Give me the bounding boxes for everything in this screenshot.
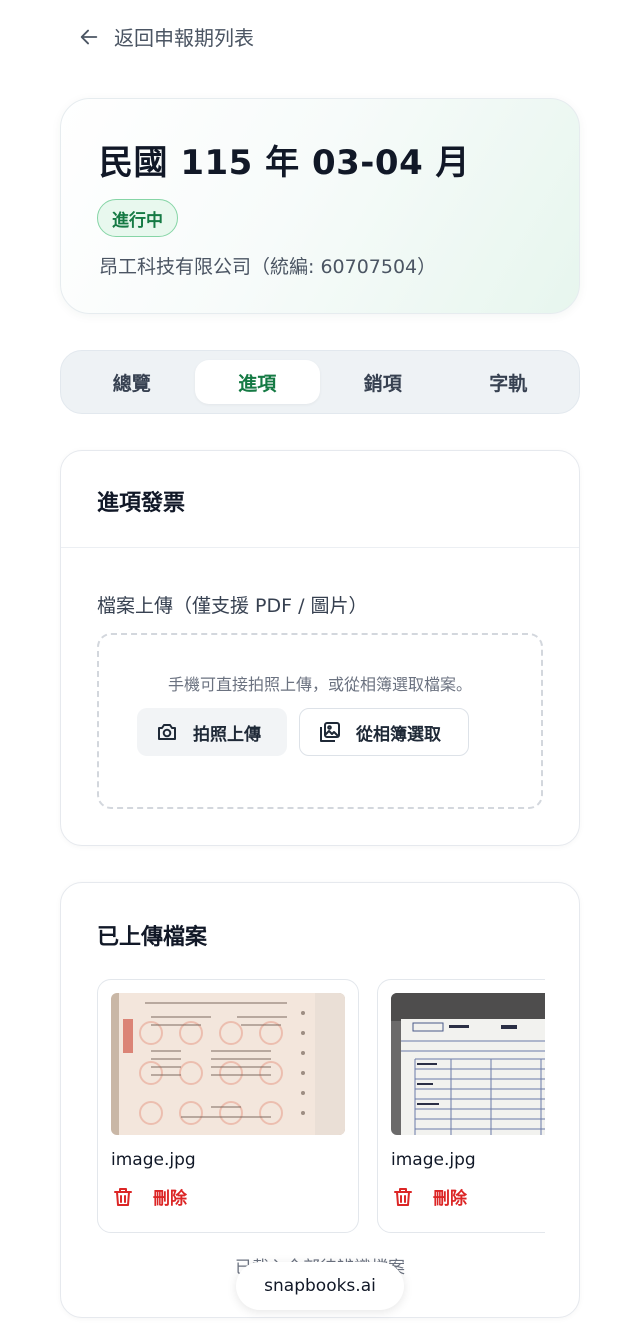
divider — [61, 547, 579, 548]
purchase-invoices-card: 進項發票 檔案上傳（僅支援 PDF / 圖片） 手機可直接拍照上傳，或從相簿選取… — [60, 450, 580, 846]
tab-overview[interactable]: 總覽 — [69, 360, 195, 404]
trash-icon — [394, 1187, 412, 1206]
camera-upload-label: 拍照上傳 — [193, 724, 261, 745]
camera-upload-button[interactable]: 拍照上傳 — [137, 708, 287, 756]
tab-invoice-tracks[interactable]: 字軌 — [446, 360, 572, 404]
back-link[interactable]: 返回申報期列表 — [78, 22, 254, 51]
upload-buttons: 拍照上傳 從相簿選取 — [137, 708, 469, 756]
file-tile: image.jpg 刪除 — [97, 979, 359, 1233]
page: 返回申報期列表 民國 115 年 03-04 月 進行中 昂工科技有限公司（統編… — [0, 0, 640, 1332]
upload-hint: 手機可直接拍照上傳，或從相簿選取檔案。 — [167, 675, 472, 694]
camera-icon — [158, 724, 176, 740]
status-badge: 進行中 — [97, 199, 178, 237]
period-card: 民國 115 年 03-04 月 進行中 昂工科技有限公司（統編: 607075… — [60, 98, 580, 314]
file-thumbnail[interactable] — [111, 993, 345, 1135]
file-name: image.jpg — [391, 1150, 476, 1170]
delete-label: 刪除 — [153, 1189, 187, 1209]
file-thumbnail[interactable] — [391, 993, 545, 1135]
trash-icon — [114, 1187, 132, 1206]
file-list[interactable]: image.jpg 刪除 image.jpg 刪除 — [97, 979, 545, 1235]
receipt-image — [111, 993, 345, 1135]
gallery-select-button[interactable]: 從相簿選取 — [299, 708, 469, 756]
tab-bar: 總覽 進項 銷項 字軌 — [60, 350, 580, 414]
tab-sales[interactable]: 銷項 — [320, 360, 446, 404]
delete-label: 刪除 — [433, 1189, 467, 1209]
back-link-label: 返回申報期列表 — [114, 26, 254, 50]
arrow-left-icon — [80, 29, 98, 44]
file-tile: image.jpg 刪除 — [377, 979, 545, 1233]
gallery-icon — [320, 722, 340, 742]
upload-label: 檔案上傳（僅支援 PDF / 圖片） — [97, 595, 368, 617]
gallery-select-label: 從相簿選取 — [356, 724, 441, 745]
invoice-image — [391, 993, 545, 1135]
delete-button[interactable]: 刪除 — [111, 1184, 187, 1209]
delete-button[interactable]: 刪除 — [391, 1184, 467, 1209]
brand-pill[interactable]: snapbooks.ai — [236, 1262, 404, 1310]
uploaded-files-card: 已上傳檔案 image.jpg 刪除 image.jpg 刪除 — [60, 882, 580, 1318]
upload-dropzone[interactable]: 手機可直接拍照上傳，或從相簿選取檔案。 拍照上傳 從相簿選取 — [97, 633, 543, 809]
section-title: 進項發票 — [97, 491, 186, 516]
company-info: 昂工科技有限公司（統編: 60707504） — [99, 256, 437, 278]
tab-purchases[interactable]: 進項 — [194, 360, 320, 404]
section-title: 已上傳檔案 — [97, 925, 208, 950]
file-name: image.jpg — [111, 1150, 196, 1170]
period-title: 民國 115 年 03-04 月 — [99, 143, 471, 183]
